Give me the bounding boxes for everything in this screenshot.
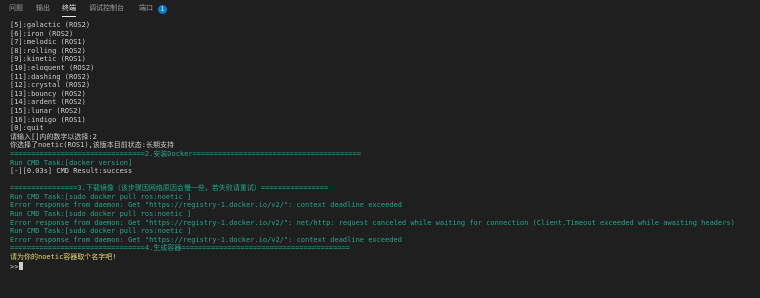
tab-problems[interactable]: 问题	[9, 3, 23, 13]
terminal-line: [5]:galactic (ROS2)	[10, 21, 91, 29]
terminal-line: 请输入[]内的数字以选择:2	[10, 132, 97, 141]
terminal-line: [-][0.03s] CMD Result:success	[10, 167, 133, 176]
tab-output[interactable]: 输出	[36, 3, 50, 13]
panel-tab-bar: 问题 输出 终端 调试控制台 端口 1	[0, 0, 760, 18]
terminal-line: [15]:lunar (ROS2)	[10, 106, 82, 115]
terminal-line: [16]:indigo (ROS1)	[10, 115, 86, 124]
terminal-line: ================================4.生成容器==…	[10, 244, 350, 253]
terminal-line: ================================2.安装Dock…	[10, 149, 362, 158]
ports-count-badge: 1	[158, 5, 167, 14]
terminal-line: Error response from daemon: Get "https:/…	[10, 235, 402, 244]
terminal-line: Error response from daemon: Get "https:/…	[10, 201, 402, 210]
terminal-output[interactable]: [5]:galactic (ROS2) [6]:iron (ROS2) [7]:me…	[10, 21, 755, 270]
terminal-line: [8]:rolling (ROS2)	[10, 46, 86, 55]
terminal-line: [12]:crystal (ROS2)	[10, 81, 91, 90]
terminal-line: [11]:dashing (ROS2)	[10, 72, 91, 81]
terminal-line: Run CMD Task:[sudo docker pull ros:noeti…	[10, 210, 192, 219]
tab-ports[interactable]: 端口	[139, 3, 153, 13]
terminal-line: >>	[10, 261, 755, 271]
terminal-line: Error response from daemon: Get "https:/…	[10, 218, 735, 227]
terminal-line: ================3.下载镜像（该步骤因网络原因会慢一些，若失败请…	[10, 184, 329, 193]
terminal-line: Run CMD Task:[sudo docker pull ros:noeti…	[10, 227, 192, 236]
terminal-line: [14]:ardent (ROS2)	[10, 98, 86, 107]
terminal-line: Run CMD Task:[sudo docker pull ros:noeti…	[10, 192, 192, 201]
tab-debug-console[interactable]: 调试控制台	[89, 3, 124, 13]
terminal-line: Run CMD Task:[docker version]	[10, 158, 133, 167]
terminal-line: [9]:kinetic (ROS1)	[10, 55, 86, 64]
terminal-line: [13]:bouncy (ROS2)	[10, 89, 86, 98]
terminal-line: 你选择了noetic(ROS1),该版本目前状态:长期支持	[10, 141, 175, 150]
terminal-line: [0]:quit	[10, 124, 44, 133]
terminal-panel: 问题 输出 终端 调试控制台 端口 1 [5]:galactic (ROS2)[…	[0, 0, 760, 298]
cursor	[19, 261, 24, 270]
terminal-line: [10]:eloquent (ROS2)	[10, 63, 95, 72]
terminal-line: [6]:iron (ROS2)	[10, 29, 74, 38]
terminal-line: 请为你的noetic容器取个名字吧!	[10, 253, 117, 262]
prompt-text: >>	[10, 262, 19, 271]
tab-terminal[interactable]: 终端	[62, 3, 76, 17]
terminal-line: [7]:melodic (ROS1)	[10, 38, 86, 47]
